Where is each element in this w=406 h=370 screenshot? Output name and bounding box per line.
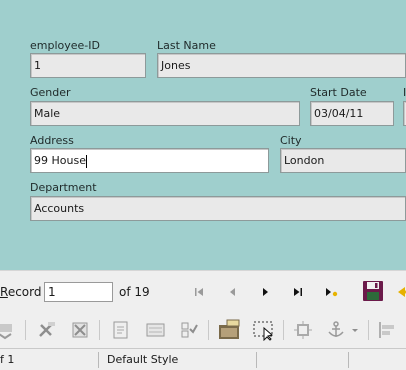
toolbar-separator	[25, 320, 26, 340]
activation-order-button[interactable]	[176, 317, 202, 343]
previous-record-button[interactable]	[222, 281, 244, 303]
design-mode-button[interactable]	[0, 317, 18, 343]
record-navigation-bar: Record 1 of 19	[0, 270, 406, 312]
employee-id-field[interactable]: 1	[30, 53, 146, 78]
control-wizards-button[interactable]	[33, 317, 59, 343]
last-record-icon	[294, 288, 302, 296]
address-field[interactable]: 99 House	[30, 148, 269, 173]
first-record-icon	[195, 288, 203, 296]
anchor-dropdown-button[interactable]	[347, 317, 363, 343]
save-record-icon	[363, 281, 383, 301]
address-label: Address	[30, 134, 74, 147]
add-field-button[interactable]	[142, 317, 168, 343]
record-number-input[interactable]: 1	[44, 282, 113, 302]
anchor-button[interactable]	[323, 317, 349, 343]
status-divider	[348, 352, 349, 368]
form-canvas: employee-ID 1 Last Name Jones Gender Mal…	[0, 0, 406, 270]
next-record-icon	[263, 288, 268, 296]
toolbar-separator	[99, 320, 100, 340]
last-name-field[interactable]: Jones	[157, 53, 406, 78]
address-value: 99 House	[34, 154, 86, 167]
page-indicator: f 1	[0, 353, 15, 366]
record-count-label: of 19	[119, 285, 150, 299]
toolbar-separator	[283, 320, 284, 340]
position-size-icon	[294, 321, 312, 339]
record-mnemonic: R	[0, 285, 8, 299]
city-label: City	[280, 134, 302, 147]
toolbar-separator	[208, 320, 209, 340]
activation-order-icon	[181, 322, 198, 338]
start-date-field[interactable]: 03/04/11	[310, 101, 394, 126]
align-icon	[379, 322, 394, 338]
last-name-label: Last Name	[157, 39, 216, 52]
select-button[interactable]	[250, 317, 276, 343]
city-field[interactable]: London	[280, 148, 406, 173]
status-divider	[256, 352, 257, 368]
department-label: Department	[30, 181, 97, 194]
text-cursor	[85, 154, 87, 168]
next-record-button[interactable]	[254, 281, 276, 303]
form-properties-icon	[72, 322, 88, 338]
first-record-button[interactable]	[188, 281, 210, 303]
position-size-button[interactable]	[290, 317, 316, 343]
add-field-icon	[146, 323, 165, 337]
status-divider	[98, 352, 99, 368]
undo-icon	[398, 287, 406, 297]
last-record-button[interactable]	[287, 281, 309, 303]
new-record-icon	[326, 288, 338, 297]
form-navigator-button[interactable]	[108, 317, 134, 343]
gender-label: Gender	[30, 86, 71, 99]
align-button[interactable]	[374, 317, 400, 343]
start-date-label: Start Date	[310, 86, 367, 99]
open-in-design-mode-icon	[219, 319, 240, 339]
anchor-icon	[328, 321, 344, 337]
page-style[interactable]: Default Style	[107, 349, 252, 370]
status-bar: f 1 Default Style	[0, 348, 406, 370]
design-mode-icon	[0, 324, 12, 340]
record-label: Record	[0, 285, 41, 299]
control-wizards-icon	[39, 322, 55, 337]
form-properties-button[interactable]	[67, 317, 93, 343]
save-record-button[interactable]	[360, 278, 386, 304]
undo-record-button[interactable]	[392, 281, 406, 303]
previous-record-icon	[230, 288, 235, 296]
open-in-design-mode-button[interactable]	[216, 317, 242, 343]
select-icon	[253, 321, 274, 341]
employee-id-label: employee-ID	[30, 39, 100, 52]
form-controls-toolbar	[0, 312, 406, 348]
form-navigator-icon	[113, 321, 128, 339]
department-field[interactable]: Accounts	[30, 196, 406, 221]
gender-field[interactable]: Male	[30, 101, 300, 126]
chevron-down-icon	[352, 329, 358, 332]
new-record-button[interactable]	[320, 281, 342, 303]
record-label-text: ecord	[7, 285, 42, 299]
toolbar-separator	[368, 320, 369, 340]
